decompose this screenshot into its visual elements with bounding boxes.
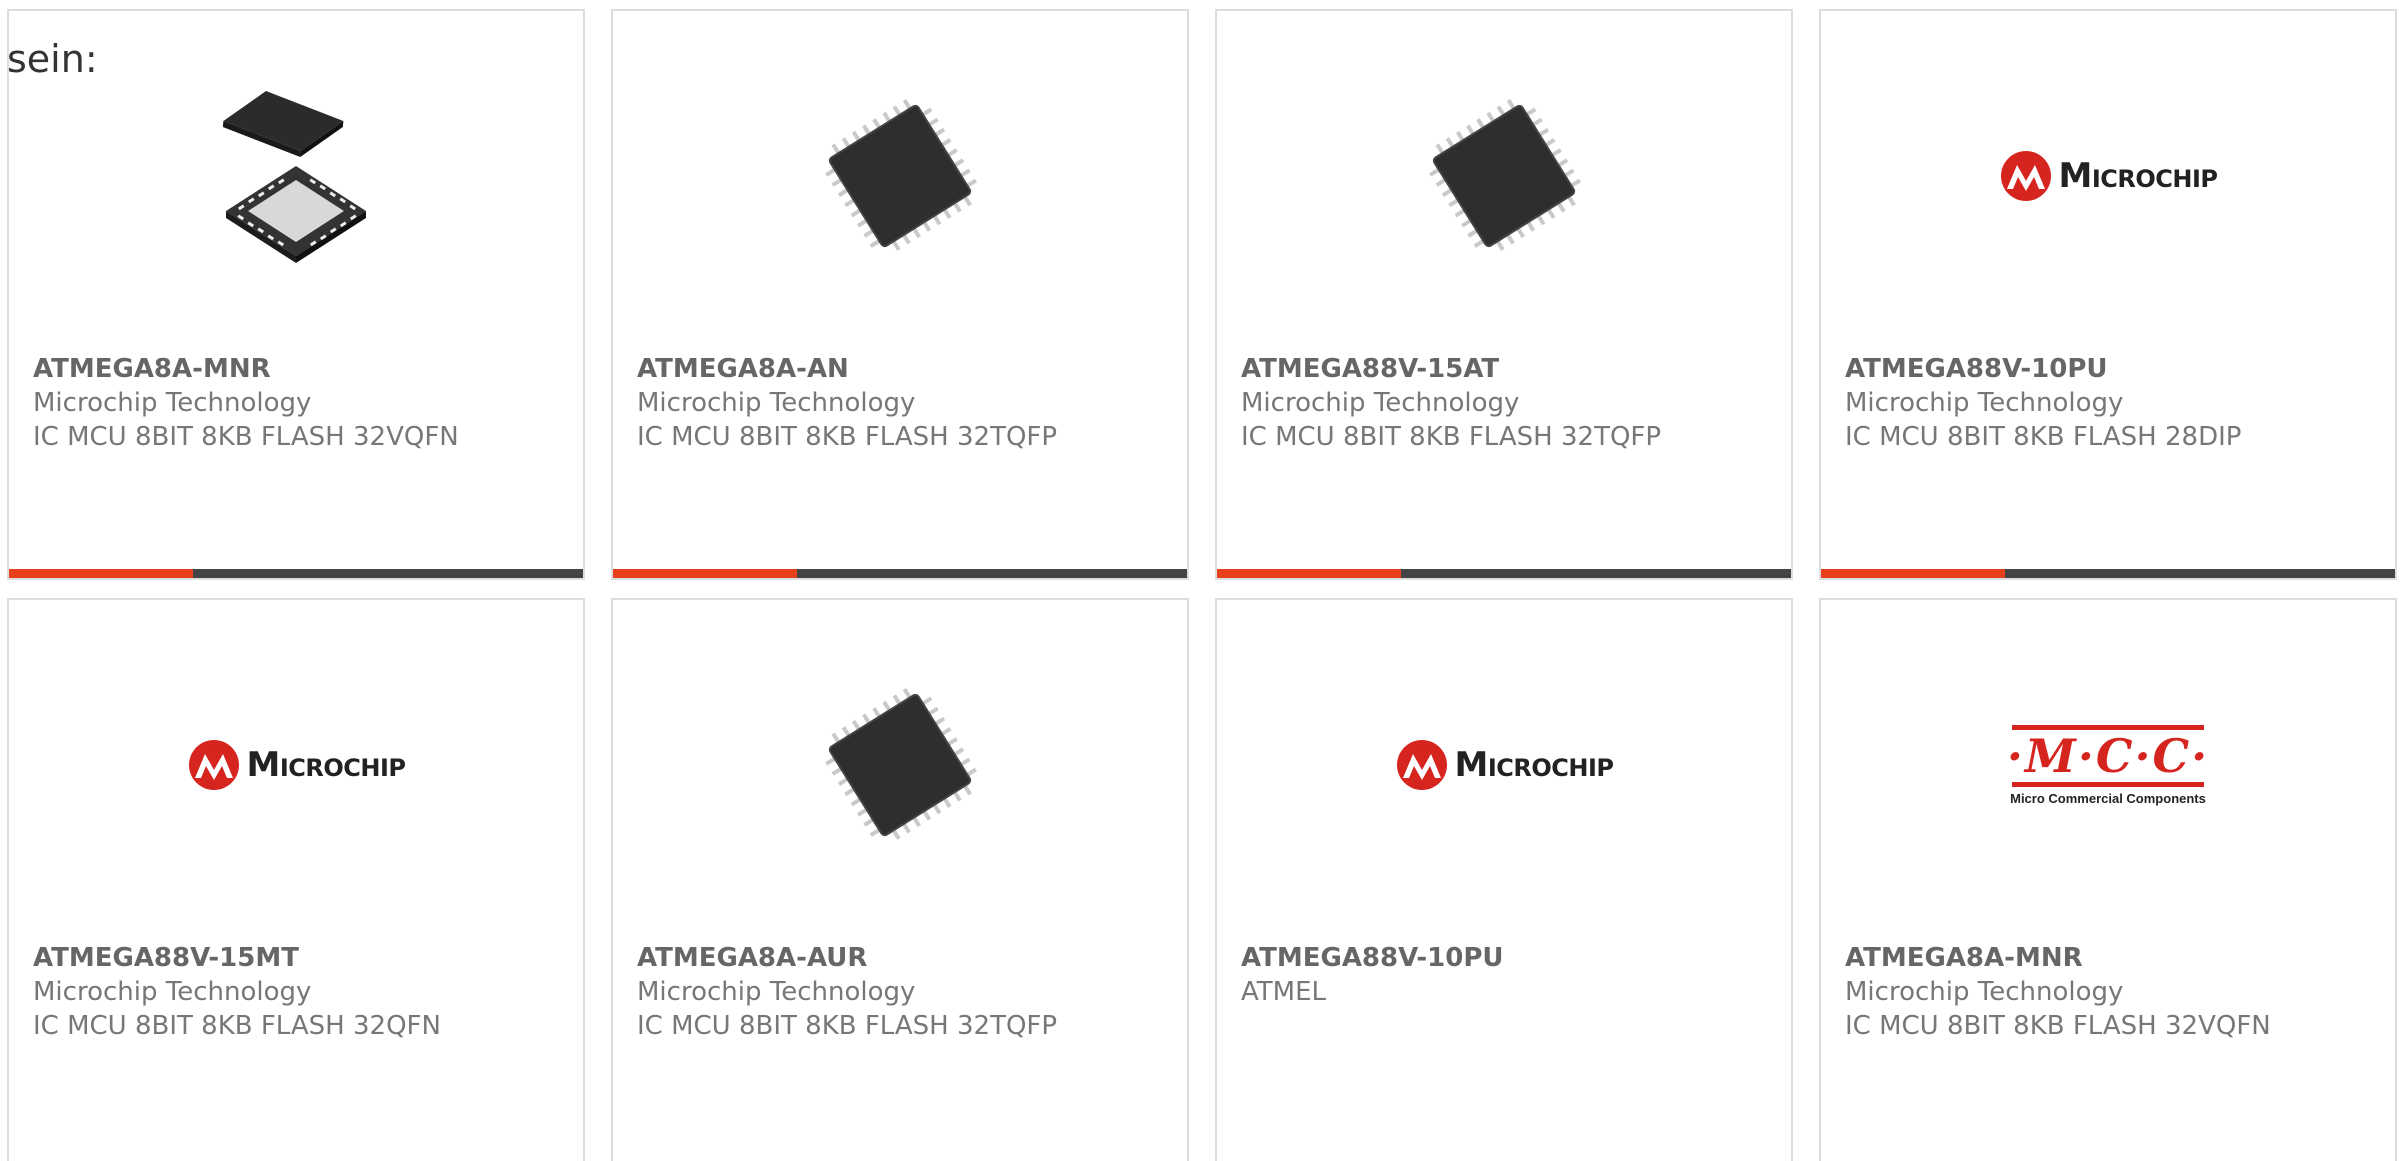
intro-text: sein: (7, 37, 98, 81)
manufacturer: Microchip Technology (1241, 388, 1520, 418)
description: IC MCU 8BIT 8KB FLASH 32QFN (33, 1011, 441, 1041)
card-bar (1821, 569, 2395, 578)
product-info: ATMEGA8A-MNR Microchip Technology IC MCU… (33, 352, 573, 454)
mcc-logo: ·M·C·C· Micro Commercial Components (2006, 724, 2210, 806)
microchip-logo-icon (1396, 740, 1447, 790)
manufacturer: Microchip Technology (637, 977, 916, 1007)
product-info: ATMEGA88V-10PU Microchip Technology IC M… (1845, 352, 2385, 454)
description: IC MCU 8BIT 8KB FLASH 32TQFP (1241, 422, 1662, 452)
manufacturer: Microchip Technology (1845, 977, 2124, 1007)
part-number[interactable]: ATMEGA8A-MNR (1845, 941, 2385, 975)
part-number[interactable]: ATMEGA8A-MNR (33, 352, 573, 386)
page: sein: ATMEGA8A-MNR Microchip Technology … (0, 0, 2400, 1161)
product-card[interactable]: Microchip ATMEGA88V-10PU Microchip Techn… (1819, 9, 2397, 580)
product-card[interactable]: Microchip ATMEGA88V-10PU ATMEL (1215, 598, 1793, 1161)
tqfp-chip-icon (1429, 99, 1581, 251)
product-image[interactable]: Microchip (1821, 11, 2395, 341)
logo-text: Microchip (1454, 745, 1614, 785)
card-bar (613, 569, 1187, 578)
product-info: ATMEGA8A-AUR Microchip Technology IC MCU… (637, 941, 1177, 1043)
product-image[interactable]: Microchip (9, 600, 583, 930)
product-image[interactable] (1217, 11, 1791, 341)
microchip-logo: Microchip (187, 738, 406, 792)
card-bar (1217, 569, 1791, 578)
product-card[interactable]: ATMEGA8A-AN Microchip Technology IC MCU … (611, 9, 1189, 580)
card-bar (9, 569, 583, 578)
product-card[interactable]: ·M·C·C· Micro Commercial Components ATME… (1819, 598, 2397, 1161)
description: IC MCU 8BIT 8KB FLASH 32VQFN (33, 422, 459, 452)
manufacturer: Microchip Technology (33, 977, 312, 1007)
product-card[interactable]: ATMEGA8A-MNR Microchip Technology IC MCU… (7, 9, 585, 580)
product-info: ATMEGA88V-10PU ATMEL (1241, 941, 1781, 1009)
product-image[interactable] (613, 600, 1187, 930)
manufacturer: Microchip Technology (1845, 388, 2124, 418)
microchip-logo: Microchip (1999, 149, 2218, 203)
manufacturer: Microchip Technology (637, 388, 916, 418)
description: IC MCU 8BIT 8KB FLASH 32TQFP (637, 1011, 1058, 1041)
qfn-chip-icon (222, 91, 366, 263)
product-image[interactable] (613, 11, 1187, 341)
logo-text: Microchip (2058, 156, 2218, 196)
product-card[interactable]: Microchip ATMEGA88V-15MT Microchip Techn… (7, 598, 585, 1161)
description: IC MCU 8BIT 8KB FLASH 32TQFP (637, 422, 1058, 452)
product-info: ATMEGA8A-AN Microchip Technology IC MCU … (637, 352, 1177, 454)
part-number[interactable]: ATMEGA88V-10PU (1241, 941, 1781, 975)
microchip-logo: Microchip (1395, 738, 1614, 792)
product-info: ATMEGA88V-15MT Microchip Technology IC M… (33, 941, 573, 1043)
product-info: ATMEGA8A-MNR Microchip Technology IC MCU… (1845, 941, 2385, 1043)
product-card[interactable]: ATMEGA8A-AUR Microchip Technology IC MCU… (611, 598, 1189, 1161)
product-image[interactable]: ·M·C·C· Micro Commercial Components (1821, 600, 2395, 930)
card-bar-accent (9, 569, 193, 578)
card-bar-accent (1821, 569, 2005, 578)
part-number[interactable]: ATMEGA8A-AUR (637, 941, 1177, 975)
card-bar-accent (1217, 569, 1401, 578)
mcc-logo-subtext: Micro Commercial Components (2010, 790, 2206, 806)
card-bar-accent (613, 569, 797, 578)
tqfp-chip-icon (825, 99, 977, 251)
part-number[interactable]: ATMEGA88V-15AT (1241, 352, 1781, 386)
description: IC MCU 8BIT 8KB FLASH 28DIP (1845, 422, 2242, 452)
tqfp-chip-icon (825, 688, 977, 840)
logo-text: Microchip (246, 745, 406, 785)
manufacturer: Microchip Technology (33, 388, 312, 418)
product-info: ATMEGA88V-15AT Microchip Technology IC M… (1241, 352, 1781, 454)
mcc-logo-letters: ·M·C·C· (2006, 728, 2210, 783)
product-card[interactable]: ATMEGA88V-15AT Microchip Technology IC M… (1215, 9, 1793, 580)
product-image[interactable]: Microchip (1217, 600, 1791, 930)
manufacturer: ATMEL (1241, 977, 1326, 1007)
description: IC MCU 8BIT 8KB FLASH 32VQFN (1845, 1011, 2271, 1041)
microchip-logo-icon (2000, 151, 2051, 201)
mcc-logo-line (2011, 781, 2204, 787)
part-number[interactable]: ATMEGA88V-10PU (1845, 352, 2385, 386)
microchip-logo-icon (188, 740, 239, 790)
part-number[interactable]: ATMEGA8A-AN (637, 352, 1177, 386)
part-number[interactable]: ATMEGA88V-15MT (33, 941, 573, 975)
